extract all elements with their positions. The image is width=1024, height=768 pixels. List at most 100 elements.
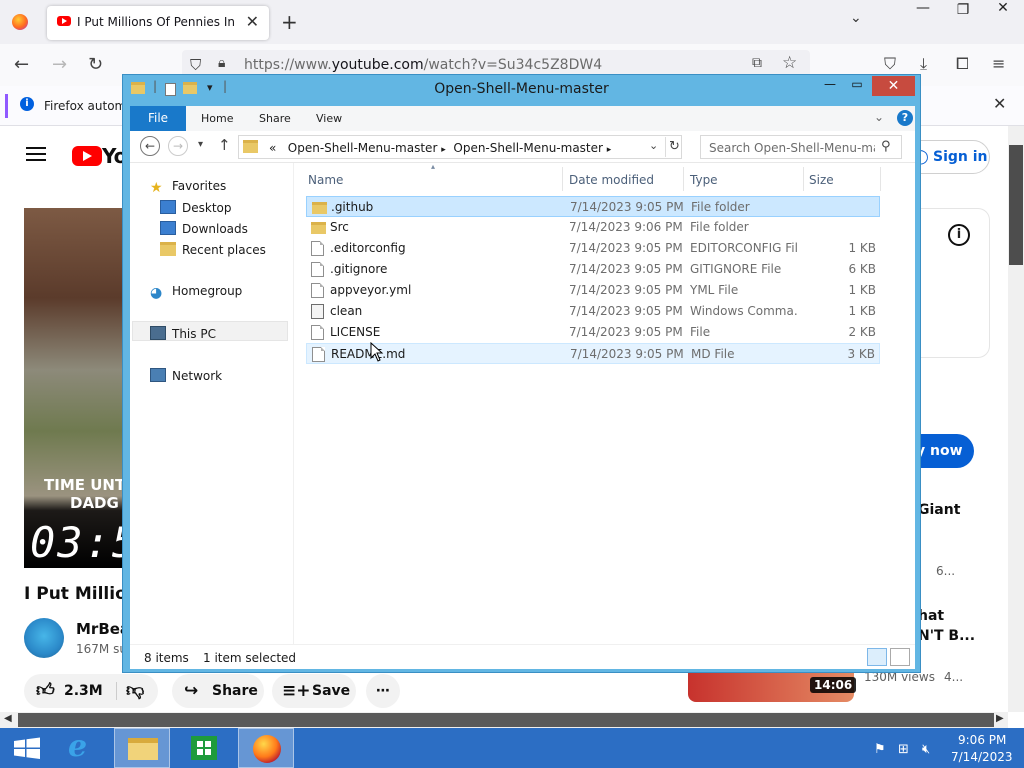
ribbon-file-tab[interactable]: File: [130, 106, 186, 131]
nav-item-desktop[interactable]: Desktop: [160, 200, 232, 215]
search-box[interactable]: Search Open-Shell-Menu-ma... ⚲: [700, 135, 902, 159]
list-tabs-chevron-icon[interactable]: ⌄: [850, 10, 862, 26]
side-video-title-3[interactable]: N'T B...: [918, 628, 975, 644]
clock-date[interactable]: 7/14/2023: [951, 750, 1013, 764]
like-icon[interactable]: 👍︎: [36, 674, 55, 708]
explorer-maximize-icon[interactable]: ▭: [844, 77, 870, 95]
ribbon-home-tab[interactable]: Home: [201, 112, 233, 125]
nav-item-recent-places[interactable]: Recent places: [160, 242, 266, 257]
lock-icon[interactable]: 🔒︎: [218, 55, 225, 71]
breadcrumb-item-2[interactable]: Open-Shell-Menu-master: [453, 141, 603, 155]
up-arrow-icon[interactable]: ↑: [218, 136, 231, 154]
recent-locations-icon[interactable]: ▾: [198, 139, 203, 150]
breadcrumb: « Open-Shell-Menu-master ▸ Open-Shell-Me…: [269, 141, 611, 155]
explorer-minimize-icon[interactable]: —: [817, 77, 843, 95]
side-video-title-1[interactable]: Giant: [918, 502, 960, 518]
explorer-title-bar[interactable]: | ▾ | Open-Shell-Menu-master — ▭ ✕: [123, 75, 920, 103]
guide-menu-icon[interactable]: [26, 147, 46, 161]
info-icon[interactable]: i: [948, 224, 970, 246]
network-tray-icon[interactable]: ⊞: [898, 742, 909, 757]
downloads-icon[interactable]: ⤓: [920, 54, 927, 74]
store-taskbar-button[interactable]: [176, 728, 232, 768]
back-arrow-icon[interactable]: ←: [14, 54, 29, 75]
breadcrumb-overflow[interactable]: «: [269, 141, 276, 155]
search-icon[interactable]: ⚲: [881, 139, 891, 154]
file-explorer-taskbar-button[interactable]: [114, 728, 170, 768]
back-button-icon[interactable]: ←: [140, 136, 160, 156]
column-separator[interactable]: [562, 167, 563, 191]
nav-item-network[interactable]: Network: [150, 368, 222, 383]
column-separator[interactable]: [803, 167, 804, 191]
nav-item-this-pc[interactable]: This PC: [150, 326, 216, 341]
ribbon-share-tab[interactable]: Share: [259, 112, 291, 125]
expand-ribbon-icon[interactable]: ⌄: [874, 110, 884, 124]
shield-icon[interactable]: ⛉: [190, 56, 201, 74]
bookmark-star-icon[interactable]: ☆: [782, 53, 797, 73]
vertical-scrollbar-thumb[interactable]: [1009, 145, 1023, 265]
action-center-flag-icon[interactable]: ⚑: [874, 742, 886, 757]
minimize-icon[interactable]: —: [906, 0, 940, 24]
refresh-icon[interactable]: ↻: [669, 139, 680, 154]
volume-muted-icon[interactable]: 🔇︎: [922, 742, 930, 757]
nav-item-homegroup[interactable]: ◕ Homegroup: [150, 284, 242, 301]
column-separator[interactable]: [880, 167, 881, 191]
scroll-right-icon[interactable]: ▶: [996, 713, 1004, 724]
file-row-gitignore[interactable]: .gitignore 7/14/2023 9:05 PM GITIGNORE F…: [306, 259, 880, 280]
restore-icon[interactable]: ❐: [946, 2, 980, 26]
breadcrumb-item-1[interactable]: Open-Shell-Menu-master: [288, 141, 438, 155]
picture-in-picture-icon[interactable]: ⧉: [752, 55, 762, 71]
file-row-src[interactable]: Src 7/14/2023 9:06 PM File folder: [306, 217, 880, 238]
share-button[interactable]: ↪ Share: [172, 674, 264, 708]
address-bar[interactable]: « Open-Shell-Menu-master ▸ Open-Shell-Me…: [238, 135, 682, 159]
file-type: YML File: [690, 283, 739, 297]
dislike-icon[interactable]: 👎︎: [126, 674, 144, 708]
more-actions-button[interactable]: ⋯: [366, 674, 400, 708]
extensions-icon[interactable]: ⧠: [956, 54, 969, 74]
pocket-icon[interactable]: ⛉: [884, 54, 896, 74]
large-icons-view-icon[interactable]: [890, 648, 910, 666]
nav-item-favorites[interactable]: ★ Favorites: [150, 179, 226, 196]
app-menu-icon[interactable]: ≡: [992, 54, 1005, 73]
file-row-github[interactable]: .github 7/14/2023 9:05 PM File folder: [306, 196, 880, 217]
forward-arrow-icon[interactable]: →: [52, 54, 67, 75]
breadcrumb-separator-icon[interactable]: ▸: [441, 145, 446, 155]
firefox-taskbar-button[interactable]: [238, 728, 294, 768]
column-separator[interactable]: [683, 167, 684, 191]
nav-item-downloads[interactable]: Downloads: [160, 221, 248, 236]
address-dropdown-icon[interactable]: ⌄: [649, 139, 658, 152]
folder-icon: [312, 202, 327, 214]
help-icon[interactable]: ?: [897, 110, 913, 126]
scroll-left-icon[interactable]: ◀: [4, 713, 12, 724]
column-header-name[interactable]: Name: [308, 173, 343, 187]
file-row-readme[interactable]: README.md 7/14/2023 9:05 PM MD File 3 KB: [306, 343, 880, 364]
file-row-license[interactable]: LICENSE 7/14/2023 9:05 PM File 2 KB: [306, 322, 880, 343]
ribbon-view-tab[interactable]: View: [316, 112, 342, 125]
horizontal-scrollbar-thumb[interactable]: [18, 713, 994, 727]
channel-avatar[interactable]: [24, 618, 64, 658]
reload-icon[interactable]: ↻: [88, 54, 103, 75]
close-window-icon[interactable]: ✕: [986, 0, 1020, 24]
file-row-editorconfig[interactable]: .editorconfig 7/14/2023 9:05 PM EDITORCO…: [306, 238, 880, 259]
notice-close-icon[interactable]: ✕: [993, 94, 1006, 113]
browser-tab-active[interactable]: I Put Millions Of Pennies In My ✕: [47, 6, 269, 40]
file-row-appveyor[interactable]: appveyor.yml 7/14/2023 9:05 PM YML File …: [306, 280, 880, 301]
breadcrumb-separator-icon[interactable]: ▸: [607, 145, 612, 155]
new-tab-button[interactable]: +: [281, 10, 298, 34]
start-button[interactable]: [0, 728, 56, 768]
details-view-icon[interactable]: [867, 648, 887, 666]
explorer-close-button[interactable]: ✕: [872, 76, 915, 96]
column-header-type[interactable]: Type: [690, 173, 718, 187]
side-video-title-2[interactable]: hat: [918, 608, 944, 624]
like-count[interactable]: 2.3M: [64, 674, 103, 708]
tab-close-icon[interactable]: ✕: [246, 12, 259, 31]
file-row-clean[interactable]: clean 7/14/2023 9:05 PM Windows Comma...…: [306, 301, 880, 322]
clock-time[interactable]: 9:06 PM: [958, 733, 1006, 747]
column-header-date[interactable]: Date modified: [569, 173, 654, 187]
internet-explorer-taskbar-button[interactable]: e: [56, 728, 112, 768]
save-button[interactable]: ≡+ Save: [272, 674, 356, 708]
search-input[interactable]: Search Open-Shell-Menu-ma...: [709, 141, 875, 155]
forward-button-icon[interactable]: →: [168, 136, 188, 156]
firefox-menu-icon[interactable]: [12, 14, 28, 30]
column-header-size[interactable]: Size: [809, 173, 834, 187]
youtube-logo-icon[interactable]: [72, 146, 102, 166]
